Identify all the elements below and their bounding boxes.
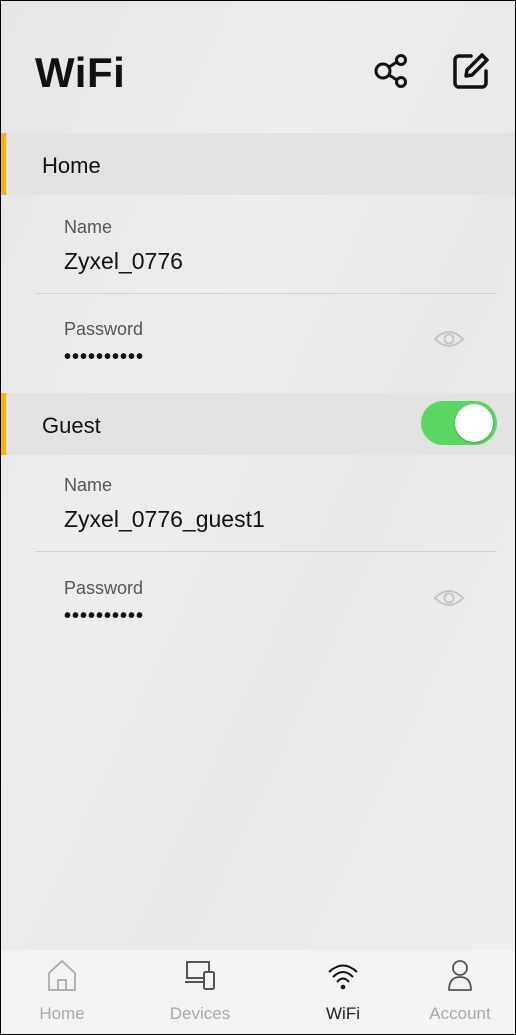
password-label: Password bbox=[64, 578, 144, 598]
accent-bar bbox=[1, 393, 6, 455]
share-icon[interactable] bbox=[371, 51, 411, 91]
nav-account[interactable]: Account bbox=[410, 950, 510, 1034]
header: WiFi bbox=[1, 1, 515, 131]
devices-icon bbox=[185, 961, 215, 990]
page-title: WiFi bbox=[35, 49, 126, 96]
nav-label: Account bbox=[429, 1004, 491, 1023]
app-screen: WiFi Home Name Zyxel_0776 Password •••••… bbox=[0, 0, 516, 1035]
guest-wifi-name-value: Zyxel_0776_guest1 bbox=[64, 506, 265, 532]
accent-bar bbox=[1, 133, 6, 195]
eye-icon[interactable] bbox=[433, 328, 465, 350]
nav-devices[interactable]: Devices bbox=[150, 950, 250, 1034]
nav-label: WiFi bbox=[326, 1004, 360, 1023]
divider bbox=[35, 551, 497, 552]
guest-wifi-password-value: •••••••••• bbox=[64, 605, 145, 627]
home-icon bbox=[48, 960, 76, 991]
eye-icon[interactable] bbox=[433, 587, 465, 609]
section-header-home: Home bbox=[1, 133, 515, 195]
wifi-name-value: Zyxel_0776 bbox=[64, 248, 183, 274]
wifi-icon bbox=[328, 964, 358, 990]
toggle-knob bbox=[455, 404, 493, 442]
guest-wifi-toggle[interactable] bbox=[421, 401, 497, 445]
name-label: Name bbox=[64, 217, 113, 237]
nav-home[interactable]: Home bbox=[12, 950, 112, 1034]
bottom-nav: Home Devices WiFi Account bbox=[1, 950, 515, 1034]
account-icon bbox=[448, 960, 472, 991]
wifi-password-value: •••••••••• bbox=[64, 346, 145, 368]
divider bbox=[35, 293, 497, 294]
nav-wifi[interactable]: WiFi bbox=[293, 950, 393, 1034]
nav-label: Devices bbox=[169, 1004, 231, 1023]
section-label: Guest bbox=[42, 413, 101, 438]
section-label: Home bbox=[42, 153, 101, 178]
password-label: Password bbox=[64, 319, 144, 339]
name-label: Name bbox=[64, 475, 113, 495]
nav-label: Home bbox=[39, 1004, 85, 1023]
edit-icon[interactable] bbox=[451, 51, 491, 91]
